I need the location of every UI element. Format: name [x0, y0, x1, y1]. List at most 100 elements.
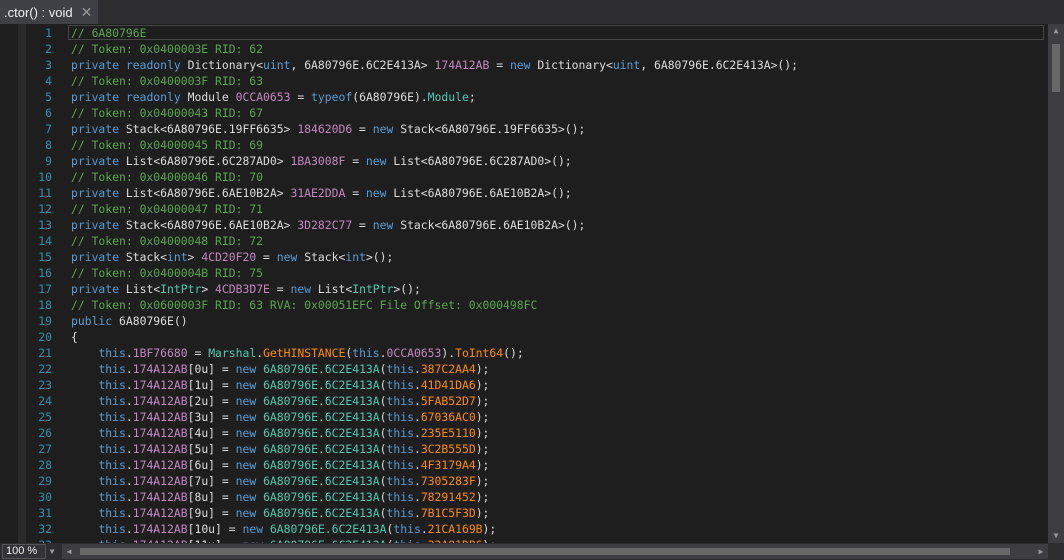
- code-text[interactable]: this.174A12AB[4u] = new 6A80796E.6C2E413…: [71, 425, 489, 441]
- scroll-down-arrow-icon[interactable]: ▼: [1048, 529, 1064, 543]
- code-line[interactable]: 12 // Token: 0x04000047 RID: 71: [0, 201, 1048, 217]
- code-text[interactable]: // Token: 0x0400003E RID: 62: [71, 41, 263, 57]
- code-text[interactable]: private List<6A80796E.6C287AD0> 1BA3008F…: [71, 153, 572, 169]
- code-text[interactable]: this.174A12AB[7u] = new 6A80796E.6C2E413…: [71, 473, 489, 489]
- code-text[interactable]: private readonly Dictionary<uint, 6A8079…: [71, 57, 798, 73]
- code-line[interactable]: 5 private readonly Module 0CCA0653 = type…: [0, 89, 1048, 105]
- code-token: [0u] =: [187, 362, 236, 376]
- code-text[interactable]: // 6A80796E: [71, 25, 146, 41]
- code-text[interactable]: this.174A12AB[6u] = new 6A80796E.6C2E413…: [71, 457, 489, 473]
- code-token: this: [98, 442, 126, 456]
- code-text[interactable]: // Token: 0x04000045 RID: 69: [71, 137, 263, 153]
- code-text[interactable]: this.174A12AB[8u] = new 6A80796E.6C2E413…: [71, 489, 489, 505]
- code-line[interactable]: 3 private readonly Dictionary<uint, 6A807…: [0, 57, 1048, 73]
- code-token: private: [71, 58, 120, 72]
- code-line[interactable]: 25 this.174A12AB[3u] = new 6A80796E.6C2E…: [0, 409, 1048, 425]
- code-text[interactable]: this.174A12AB[2u] = new 6A80796E.6C2E413…: [71, 393, 489, 409]
- code-token: [4u] =: [187, 426, 236, 440]
- code-line[interactable]: 31 this.174A12AB[9u] = new 6A80796E.6C2E…: [0, 505, 1048, 521]
- code-token: .: [413, 506, 421, 520]
- code-line[interactable]: 19 public 6A80796E(): [0, 313, 1048, 329]
- code-text[interactable]: // Token: 0x04000043 RID: 67: [71, 105, 263, 121]
- code-token: new: [235, 474, 257, 488]
- code-line[interactable]: 29 this.174A12AB[7u] = new 6A80796E.6C2E…: [0, 473, 1048, 489]
- chevron-down-icon[interactable]: ▼: [46, 544, 58, 559]
- code-token: (: [379, 490, 387, 504]
- code-line[interactable]: 30 this.174A12AB[8u] = new 6A80796E.6C2E…: [0, 489, 1048, 505]
- code-text[interactable]: // Token: 0x0400003F RID: 63: [71, 73, 263, 89]
- horizontal-scroll-thumb[interactable]: [80, 548, 1010, 555]
- code-text[interactable]: // Token: 0x0400004B RID: 75: [71, 265, 263, 281]
- code-text[interactable]: // Token: 0x04000046 RID: 70: [71, 169, 263, 185]
- line-number: 17: [38, 282, 52, 296]
- code-token: new: [235, 426, 257, 440]
- code-line[interactable]: 8 // Token: 0x04000045 RID: 69: [0, 137, 1048, 153]
- scroll-right-arrow-icon[interactable]: ▶: [1034, 544, 1048, 559]
- code-line[interactable]: 21 this.1BF76680 = Marshal.GetHINSTANCE(…: [0, 345, 1048, 361]
- code-text[interactable]: this.174A12AB[9u] = new 6A80796E.6C2E413…: [71, 505, 489, 521]
- code-token: =: [489, 58, 510, 72]
- code-line[interactable]: 27 this.174A12AB[5u] = new 6A80796E.6C2E…: [0, 441, 1048, 457]
- code-text[interactable]: private List<IntPtr> 4CDB3D7E = new List…: [71, 281, 421, 297]
- code-text[interactable]: private Stack<6A80796E.19FF6635> 184620D…: [71, 121, 585, 137]
- horizontal-scrollbar[interactable]: ◀ ▶: [62, 544, 1048, 559]
- code-token: 6A80796E.6C2E413A: [263, 474, 380, 488]
- code-line[interactable]: 14 // Token: 0x04000048 RID: 72: [0, 233, 1048, 249]
- code-line[interactable]: 20 {: [0, 329, 1048, 345]
- code-line[interactable]: 17 private List<IntPtr> 4CDB3D7E = new Li…: [0, 281, 1048, 297]
- code-text[interactable]: this.174A12AB[1u] = new 6A80796E.6C2E413…: [71, 377, 489, 393]
- code-line[interactable]: 2 // Token: 0x0400003E RID: 62: [0, 41, 1048, 57]
- scroll-left-arrow-icon[interactable]: ◀: [62, 544, 76, 559]
- code-line[interactable]: 28 this.174A12AB[6u] = new 6A80796E.6C2E…: [0, 457, 1048, 473]
- code-line[interactable]: 26 this.174A12AB[4u] = new 6A80796E.6C2E…: [0, 425, 1048, 441]
- code-line[interactable]: 11 private List<6A80796E.6AE10B2A> 31AE2D…: [0, 185, 1048, 201]
- code-token: this: [386, 442, 414, 456]
- code-text[interactable]: private Stack<int> 4CD20F20 = new Stack<…: [71, 249, 393, 265]
- code-line[interactable]: 9 private List<6A80796E.6C287AD0> 1BA3008…: [0, 153, 1048, 169]
- code-line[interactable]: 7 private Stack<6A80796E.19FF6635> 184620…: [0, 121, 1048, 137]
- code-line[interactable]: 10 // Token: 0x04000046 RID: 70: [0, 169, 1048, 185]
- code-text[interactable]: this.174A12AB[3u] = new 6A80796E.6C2E413…: [71, 409, 489, 425]
- code-token: this: [98, 522, 126, 536]
- code-line[interactable]: 13 private Stack<6A80796E.6AE10B2A> 3D282…: [0, 217, 1048, 233]
- code-text[interactable]: this.1BF76680 = Marshal.GetHINSTANCE(thi…: [71, 345, 523, 361]
- code-line[interactable]: 22 this.174A12AB[0u] = new 6A80796E.6C2E…: [0, 361, 1048, 377]
- code-text[interactable]: // Token: 0x04000048 RID: 72: [71, 233, 263, 249]
- code-text[interactable]: {: [71, 329, 78, 345]
- code-text[interactable]: private List<6A80796E.6AE10B2A> 31AE2DDA…: [71, 185, 572, 201]
- line-number: 22: [38, 362, 52, 376]
- code-line[interactable]: 32 this.174A12AB[10u] = new 6A80796E.6C2…: [0, 521, 1048, 537]
- vertical-scrollbar[interactable]: ▲ ▼: [1048, 24, 1064, 543]
- code-text[interactable]: // Token: 0x0600003F RID: 63 RVA: 0x0005…: [71, 297, 537, 313]
- code-token: readonly: [125, 58, 181, 72]
- code-line[interactable]: 4 // Token: 0x0400003F RID: 63: [0, 73, 1048, 89]
- code-token: // Token: 0x0400004B RID: 75: [71, 266, 264, 280]
- code-line[interactable]: 1 // 6A80796E: [0, 25, 1048, 41]
- tab-title[interactable]: .ctor() : void: [4, 5, 73, 20]
- code-text[interactable]: this.174A12AB[0u] = new 6A80796E.6C2E413…: [71, 361, 489, 377]
- code-line[interactable]: 23 this.174A12AB[1u] = new 6A80796E.6C2E…: [0, 377, 1048, 393]
- code-text[interactable]: public 6A80796E(): [71, 313, 188, 329]
- tab-ctor[interactable]: .ctor() : void ✕: [0, 0, 98, 24]
- code-text[interactable]: // Token: 0x04000047 RID: 71: [71, 201, 263, 217]
- code-text[interactable]: this.174A12AB[5u] = new 6A80796E.6C2E413…: [71, 441, 489, 457]
- code-line[interactable]: 24 this.174A12AB[2u] = new 6A80796E.6C2E…: [0, 393, 1048, 409]
- code-editor[interactable]: 1 // 6A80796E 2 // Token: 0x0400003E RID: 6…: [0, 24, 1048, 543]
- code-text[interactable]: this.174A12AB[10u] = new 6A80796E.6C2E41…: [71, 521, 496, 537]
- code-line[interactable]: 16 // Token: 0x0400004B RID: 75: [0, 265, 1048, 281]
- close-icon[interactable]: ✕: [81, 4, 93, 21]
- code-text[interactable]: private readonly Module 0CCA0653 = typeo…: [71, 89, 476, 105]
- code-line[interactable]: 6 // Token: 0x04000043 RID: 67: [0, 105, 1048, 121]
- code-token: this: [98, 362, 126, 376]
- zoom-select[interactable]: 100 %: [2, 544, 46, 559]
- code-token: );: [475, 362, 490, 376]
- code-token: 387C2AA4: [420, 362, 476, 376]
- scroll-up-arrow-icon[interactable]: ▲: [1048, 24, 1064, 38]
- line-number: 23: [38, 378, 52, 392]
- code-line[interactable]: 18 // Token: 0x0600003F RID: 63 RVA: 0x00…: [0, 297, 1048, 313]
- code-token: (: [379, 426, 387, 440]
- code-text[interactable]: private Stack<6A80796E.6AE10B2A> 3D282C7…: [71, 217, 585, 233]
- vertical-scroll-thumb[interactable]: [1052, 44, 1060, 92]
- code-line[interactable]: 15 private Stack<int> 4CD20F20 = new Stac…: [0, 249, 1048, 265]
